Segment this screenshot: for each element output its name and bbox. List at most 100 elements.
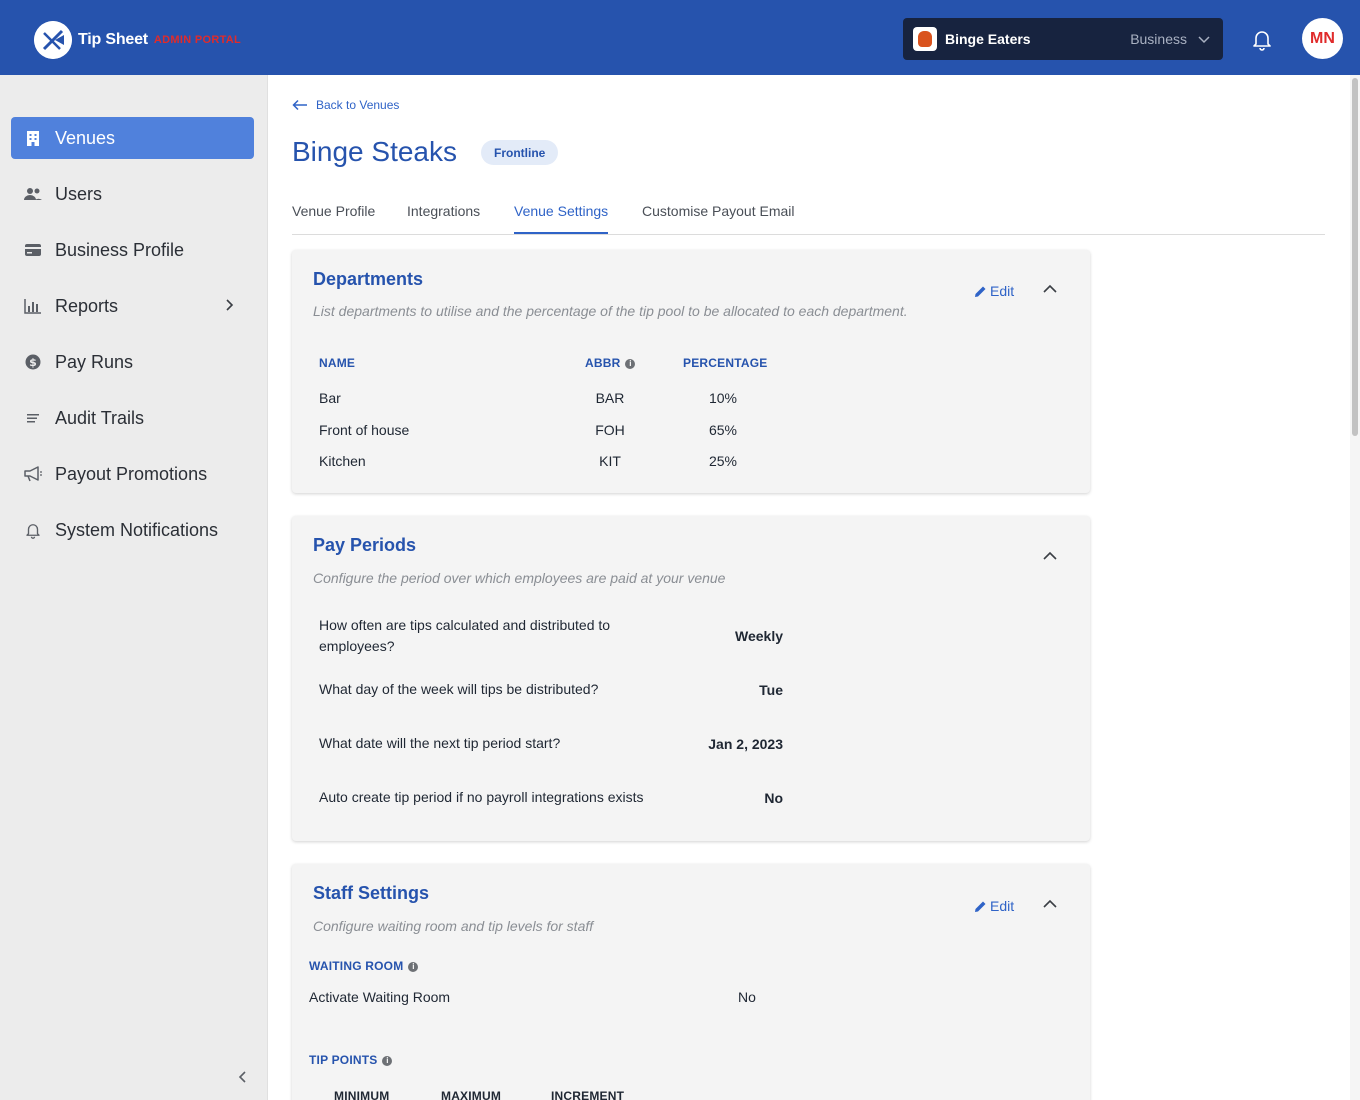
tab-venue-settings[interactable]: Venue Settings <box>514 203 609 234</box>
logo-icon <box>34 21 72 59</box>
sidebar-item-label: Business Profile <box>55 239 185 260</box>
column-header-abbr-label: ABBR <box>585 356 621 370</box>
sidebar-item-audit-trails[interactable]: Audit Trails <box>11 397 254 439</box>
bell-icon <box>23 520 43 540</box>
column-header-increment: INCREMENT <box>551 1089 625 1100</box>
building-icon <box>23 128 43 148</box>
setting-question: How often are tips calculated and distri… <box>319 617 611 654</box>
department-name: Bar <box>319 390 341 406</box>
staff-settings-card: Staff Settings Configure waiting room an… <box>292 864 1090 1100</box>
business-name: Binge Eaters <box>945 31 1031 47</box>
venue-type-badge: Frontline <box>481 140 559 165</box>
tab-customise-payout-email[interactable]: Customise Payout Email <box>642 203 795 234</box>
dollar-icon: $ <box>23 352 43 372</box>
sidebar-item-label: Pay Runs <box>55 351 134 372</box>
sidebar-item-system-notifications[interactable]: System Notifications <box>11 509 254 551</box>
setting-value: Weekly <box>735 628 783 644</box>
users-icon <box>23 184 43 204</box>
pay-periods-title: Pay Periods <box>313 535 417 555</box>
scrollbar-thumb[interactable] <box>1352 78 1358 436</box>
department-percentage: 10% <box>708 390 738 406</box>
card-icon <box>23 240 43 260</box>
department-abbr: FOH <box>595 422 625 438</box>
sidebar-item-label: Venues <box>55 127 116 148</box>
sidebar-item-venues[interactable]: Venues <box>11 117 254 159</box>
departments-description: List departments to utilise and the perc… <box>313 303 908 319</box>
departments-edit-button[interactable]: Edit <box>974 283 1014 299</box>
logo-text: Tip Sheet <box>78 31 148 48</box>
sidebar-item-label: Reports <box>55 295 119 316</box>
back-to-venues-link[interactable]: Back to Venues <box>292 98 399 112</box>
user-avatar[interactable]: MN <box>1302 18 1343 59</box>
logo-subtitle: ADMIN PORTAL <box>153 34 242 46</box>
sidebar-item-reports[interactable]: Reports <box>11 285 254 327</box>
chevron-up-icon[interactable] <box>1042 896 1058 912</box>
info-icon[interactable]: i <box>408 961 419 972</box>
setting-question: What date will the next tip period start… <box>319 735 561 751</box>
pencil-icon <box>975 286 986 297</box>
pencil-icon <box>975 901 986 912</box>
chevron-right-icon <box>226 299 234 311</box>
waiting-room-label: Activate Waiting Room <box>309 989 451 1005</box>
sidebar-item-users[interactable]: Users <box>11 173 254 215</box>
business-type: Business <box>1130 31 1187 47</box>
department-percentage: 25% <box>708 453 738 469</box>
column-header-abbr: ABBR i <box>585 356 636 370</box>
arrow-left-icon <box>292 99 307 111</box>
collapse-sidebar-icon[interactable] <box>234 1068 252 1086</box>
sidebar-item-payout-promotions[interactable]: Payout Promotions <box>11 453 254 495</box>
info-icon[interactable]: i <box>382 1055 393 1066</box>
tab-integrations[interactable]: Integrations <box>407 203 480 234</box>
sidebar-item-pay-runs[interactable]: $ Pay Runs <box>11 341 254 383</box>
waiting-room-value: No <box>738 989 756 1005</box>
staff-settings-title: Staff Settings <box>313 883 430 903</box>
business-logo <box>913 27 937 51</box>
tip-points-heading-label: TIP POINTS <box>309 1053 378 1067</box>
setting-value: Jan 2, 2023 <box>708 736 783 752</box>
column-header-percentage: PERCENTAGE <box>683 356 768 370</box>
waiting-room-heading: WAITING ROOM i <box>309 959 419 973</box>
bar-chart-icon <box>23 296 43 316</box>
page-title: Binge Steaks <box>292 136 457 167</box>
pay-periods-card: Pay Periods Configure the period over wh… <box>292 516 1090 841</box>
column-header-minimum: MINIMUM <box>334 1089 390 1100</box>
chevron-up-icon[interactable] <box>1042 548 1058 564</box>
departments-title: Departments <box>313 269 424 289</box>
chevron-up-icon[interactable] <box>1042 281 1058 297</box>
info-icon[interactable]: i <box>625 358 636 369</box>
department-percentage: 65% <box>708 422 738 438</box>
svg-text:$: $ <box>29 356 37 369</box>
megaphone-icon <box>23 464 43 484</box>
edit-label: Edit <box>990 898 1015 914</box>
department-abbr: BAR <box>595 390 625 406</box>
setting-value: Tue <box>759 682 783 698</box>
sidebar-item-label: System Notifications <box>55 519 219 540</box>
chevron-down-icon <box>1198 36 1210 44</box>
staff-settings-description: Configure waiting room and tip levels fo… <box>313 918 594 934</box>
setting-value: No <box>764 790 783 806</box>
notifications-bell-icon[interactable] <box>1250 27 1274 51</box>
business-selector[interactable]: Binge Eaters Business <box>903 18 1223 60</box>
departments-card: Departments List departments to utilise … <box>292 250 1090 493</box>
setting-question: Auto create tip period if no payroll int… <box>319 789 644 805</box>
venue-tabs: Venue Profile Integrations Venue Setting… <box>292 200 1325 235</box>
column-header-name: NAME <box>319 356 356 370</box>
sidebar-item-label: Audit Trails <box>55 407 145 428</box>
sidebar-item-label: Users <box>55 183 103 204</box>
department-name: Kitchen <box>319 453 366 469</box>
list-icon <box>23 408 43 428</box>
department-abbr: KIT <box>599 453 621 469</box>
app-logo[interactable]: Tip Sheet ADMIN PORTAL <box>34 21 241 59</box>
column-header-maximum: MAXIMUM <box>441 1089 502 1100</box>
back-link-label: Back to Venues <box>316 98 400 112</box>
tab-venue-profile[interactable]: Venue Profile <box>292 203 375 234</box>
sidebar-item-label: Payout Promotions <box>55 463 208 484</box>
tip-points-heading: TIP POINTS i <box>309 1053 393 1067</box>
top-bar: Tip Sheet ADMIN PORTAL Binge Eaters Busi… <box>0 0 1360 75</box>
waiting-room-heading-label: WAITING ROOM <box>309 959 404 973</box>
edit-label: Edit <box>990 283 1015 299</box>
sidebar-item-business-profile[interactable]: Business Profile <box>11 229 254 271</box>
staff-settings-edit-button[interactable]: Edit <box>974 898 1014 914</box>
department-name: Front of house <box>319 422 410 438</box>
sidebar: Venues Users Business Profile Reports $ … <box>0 75 268 1100</box>
